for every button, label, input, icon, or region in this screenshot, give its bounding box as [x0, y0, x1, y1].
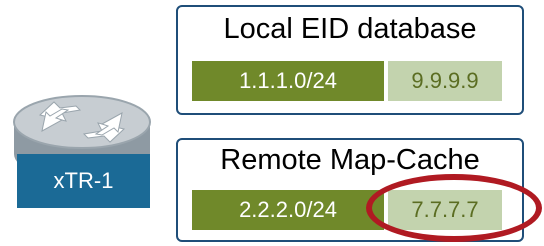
remote-eid-prefix: 2.2.2.0/24	[192, 190, 384, 230]
local-eid-rloc: 9.9.9.9	[388, 61, 502, 101]
router-xtr1: xTR-1	[10, 82, 155, 222]
local-eid-database-title: Local EID database	[223, 13, 477, 45]
local-eid-prefix: 1.1.1.0/24	[192, 61, 384, 101]
router-label: xTR-1	[53, 168, 114, 193]
rloc-highlight-ellipse	[366, 174, 542, 242]
remote-map-cache-title: Remote Map-Cache	[220, 144, 480, 176]
local-eid-database-box: Local EID database 1.1.1.0/24 9.9.9.9	[176, 5, 524, 115]
